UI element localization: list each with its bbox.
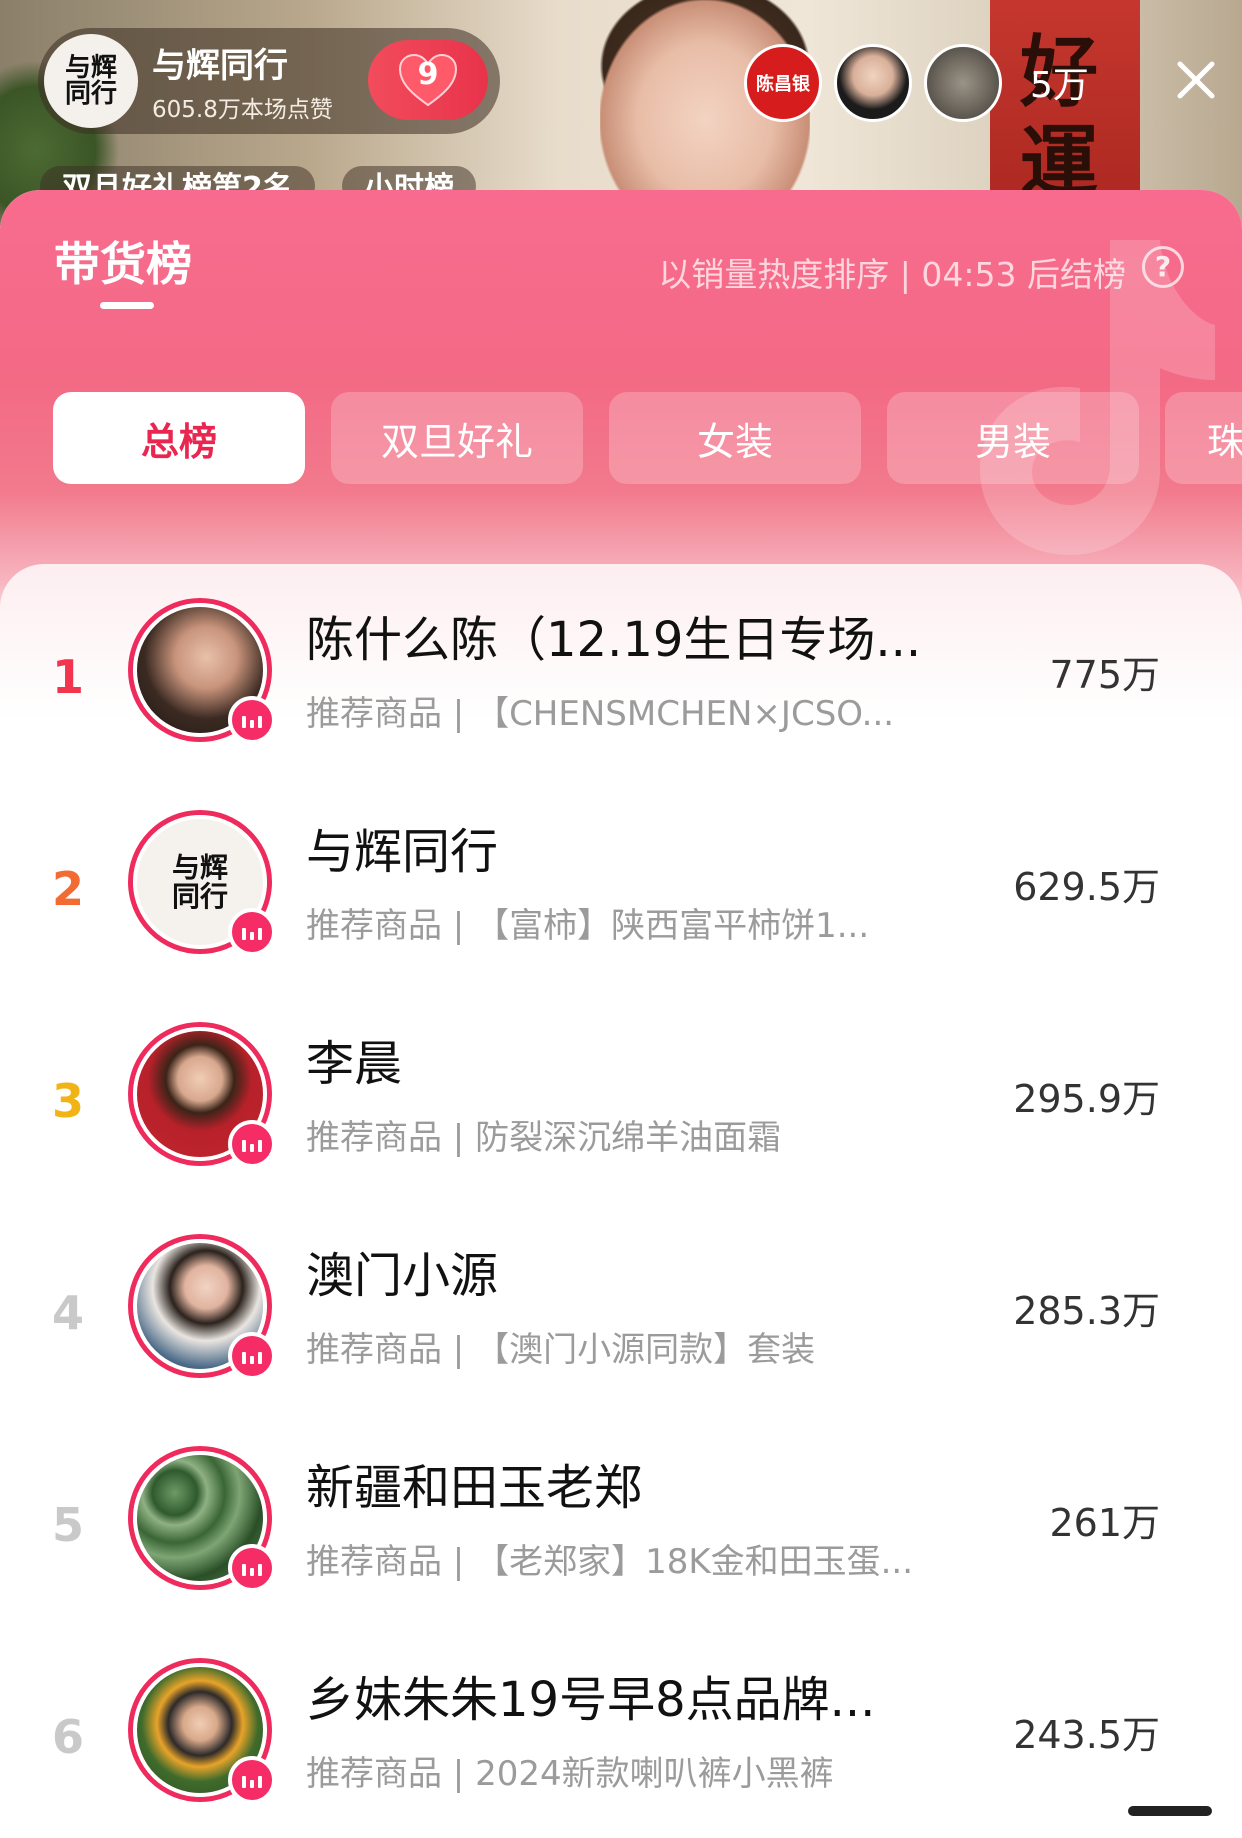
live-indicator-icon	[228, 1756, 276, 1804]
tab-all[interactable]: 总榜	[53, 392, 305, 484]
recommended-product: 推荐商品 | 【CHENSMCHEN×JCSO...	[306, 694, 895, 734]
host-avatar-logo: 与辉同行	[64, 53, 117, 109]
recommended-product: 推荐商品 | 防裂深沉绵羊油面霜	[306, 1118, 782, 1158]
ranking-row[interactable]: 3 李晨 推荐商品 | 防裂深沉绵羊油面霜 295.9万	[0, 1002, 1242, 1214]
streamer-name: 李晨	[306, 1036, 403, 1092]
viewer-badge-text: 陈昌银	[756, 74, 810, 95]
recommended-product: 推荐商品 | 【澳门小源同款】套装	[306, 1330, 816, 1370]
host-likes: 605.8万本场点赞	[152, 97, 333, 123]
question-circle-icon[interactable]: ?	[1142, 246, 1184, 288]
ranking-row[interactable]: 5 新疆和田玉老郑 推荐商品 | 【老郑家】18K金和田玉蛋... 261万	[0, 1426, 1242, 1638]
rank-number: 4	[51, 1286, 84, 1340]
live-indicator-icon	[228, 1120, 276, 1168]
streamer-name: 陈什么陈（12.19生日专场...	[306, 612, 922, 668]
ranking-row[interactable]: 1 陈什么陈（12.19生日专场... 推荐商品 | 【CHENSMCHEN×J…	[0, 578, 1242, 790]
sales-value: 775万	[1049, 653, 1160, 697]
close-icon[interactable]	[1172, 56, 1220, 104]
rank-number: 2	[51, 862, 84, 916]
ranking-list: 1 陈什么陈（12.19生日专场... 推荐商品 | 【CHENSMCHEN×J…	[0, 564, 1242, 1838]
rank-number: 5	[51, 1498, 84, 1552]
tab-womens-wear[interactable]: 女装	[609, 392, 861, 484]
recommended-product: 推荐商品 | 【富柿】陕西富平柿饼1...	[306, 906, 870, 946]
ranking-row[interactable]: 6 乡妹朱朱19号早8点品牌... 推荐商品 | 2024新款喇叭裤小黑裤 24…	[0, 1638, 1242, 1838]
live-indicator-icon	[228, 696, 276, 744]
recommended-product: 推荐商品 | 2024新款喇叭裤小黑裤	[306, 1754, 834, 1794]
ranking-row[interactable]: 2 与辉同行 与辉同行 推荐商品 | 【富柿】陕西富平柿饼1... 629.5万	[0, 790, 1242, 1002]
rank-number: 1	[51, 650, 84, 704]
live-indicator-icon	[228, 1332, 276, 1380]
home-indicator[interactable]	[1128, 1806, 1212, 1816]
tab-mens-wear[interactable]: 男装	[887, 392, 1139, 484]
sales-value: 243.5万	[1013, 1713, 1160, 1757]
live-indicator-icon	[228, 1544, 276, 1592]
sales-value: 285.3万	[1013, 1289, 1160, 1333]
title-underline	[100, 302, 154, 309]
viewer-avatar-2[interactable]	[834, 44, 912, 122]
host-name: 与辉同行	[152, 46, 288, 86]
host-avatar[interactable]: 与辉同行	[44, 34, 138, 128]
viewer-avatar-1[interactable]: 陈昌银	[744, 44, 822, 122]
heart-icon: 9	[398, 53, 458, 107]
streamer-name: 与辉同行	[306, 824, 499, 880]
sales-value: 261万	[1049, 1501, 1160, 1545]
streamer-name: 乡妹朱朱19号早8点品牌...	[306, 1672, 876, 1728]
streamer-name: 澳门小源	[306, 1248, 499, 1304]
viewer-avatar-3[interactable]	[924, 44, 1002, 122]
sales-value: 629.5万	[1013, 865, 1160, 909]
sales-value: 295.9万	[1013, 1077, 1160, 1121]
fan-club-badge[interactable]: 9	[368, 40, 488, 120]
viewer-count[interactable]: 5万	[1030, 56, 1089, 108]
fan-level: 9	[417, 57, 439, 92]
tab-holiday-gifts[interactable]: 双旦好礼	[331, 392, 583, 484]
tab-jewelry[interactable]: 珠	[1165, 392, 1242, 484]
avatar-logo-text: 与辉同行	[171, 850, 228, 913]
ranking-row[interactable]: 4 澳门小源 推荐商品 | 【澳门小源同款】套装 285.3万	[0, 1214, 1242, 1426]
recommended-product: 推荐商品 | 【老郑家】18K金和田玉蛋...	[306, 1542, 914, 1582]
ranking-subtitle: 以销量热度排序 | 04:53 后结榜	[658, 255, 1126, 294]
live-indicator-icon	[228, 908, 276, 956]
panel-title[interactable]: 带货榜	[54, 228, 192, 294]
rank-number: 3	[51, 1074, 84, 1128]
streamer-name: 新疆和田玉老郑	[306, 1460, 643, 1516]
sales-ranking-panel: 带货榜 以销量热度排序 | 04:53 后结榜 ? 总榜 双旦好礼 女装 男装 …	[0, 190, 1242, 1838]
rank-number: 6	[51, 1710, 84, 1764]
